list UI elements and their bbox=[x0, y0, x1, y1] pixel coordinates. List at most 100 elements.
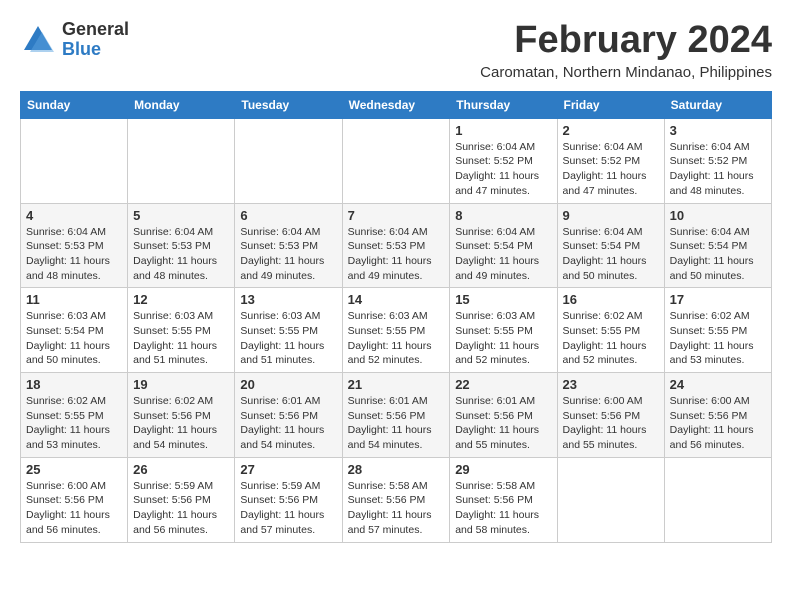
logo: General Blue bbox=[20, 20, 129, 60]
day-number: 5 bbox=[133, 208, 229, 223]
calendar-cell bbox=[342, 118, 450, 203]
calendar-cell: 10Sunrise: 6:04 AM Sunset: 5:54 PM Dayli… bbox=[664, 203, 771, 288]
cell-content: Sunrise: 6:04 AM Sunset: 5:54 PM Dayligh… bbox=[455, 225, 551, 284]
calendar-cell: 7 Sunrise: 6:04 AM Sunset: 5:53 PM Daylig… bbox=[342, 203, 450, 288]
logo-general-text: General bbox=[62, 20, 129, 40]
calendar-cell: 27 Sunrise: 5:59 AM Sunset: 5:56 PM Dayli… bbox=[235, 457, 342, 542]
day-number: 3 bbox=[670, 123, 766, 138]
logo-icon bbox=[20, 22, 56, 58]
calendar-cell bbox=[235, 118, 342, 203]
day-number: 20 bbox=[240, 377, 336, 392]
calendar-cell bbox=[557, 457, 664, 542]
day-number: 9 bbox=[563, 208, 659, 223]
calendar-cell: 23 Sunrise: 6:00 AM Sunset: 5:56 PM Dayli… bbox=[557, 373, 664, 458]
calendar-cell: 17 Sunrise: 6:02 AM Sunset: 5:55 PM Dayli… bbox=[664, 288, 771, 373]
calendar-week-row: 25 Sunrise: 6:00 AM Sunset: 5:56 PM Dayli… bbox=[21, 457, 772, 542]
day-number: 21 bbox=[348, 377, 445, 392]
weekday-header: Sunday bbox=[21, 91, 128, 118]
calendar-cell: 24 Sunrise: 6:00 AM Sunset: 5:56 PM Dayli… bbox=[664, 373, 771, 458]
calendar-cell: 29 Sunrise: 5:58 AM Sunset: 5:56 PM Dayli… bbox=[450, 457, 557, 542]
cell-content: Sunrise: 6:04 AM Sunset: 5:53 PM Dayligh… bbox=[348, 225, 445, 284]
calendar-week-row: 11 Sunrise: 6:03 AM Sunset: 5:54 PM Dayli… bbox=[21, 288, 772, 373]
cell-content: Sunrise: 5:58 AM Sunset: 5:56 PM Dayligh… bbox=[455, 479, 551, 538]
day-number: 19 bbox=[133, 377, 229, 392]
day-number: 23 bbox=[563, 377, 659, 392]
day-number: 8 bbox=[455, 208, 551, 223]
day-number: 22 bbox=[455, 377, 551, 392]
cell-content: Sunrise: 6:04 AM Sunset: 5:52 PM Dayligh… bbox=[455, 140, 551, 199]
day-number: 4 bbox=[26, 208, 122, 223]
calendar-cell: 21 Sunrise: 6:01 AM Sunset: 5:56 PM Dayli… bbox=[342, 373, 450, 458]
calendar-cell: 5 Sunrise: 6:04 AM Sunset: 5:53 PM Daylig… bbox=[128, 203, 235, 288]
logo-blue-text: Blue bbox=[62, 40, 129, 60]
cell-content: Sunrise: 6:04 AM Sunset: 5:53 PM Dayligh… bbox=[26, 225, 122, 284]
weekday-header: Tuesday bbox=[235, 91, 342, 118]
cell-content: Sunrise: 6:03 AM Sunset: 5:55 PM Dayligh… bbox=[348, 309, 445, 368]
cell-content: Sunrise: 6:03 AM Sunset: 5:55 PM Dayligh… bbox=[455, 309, 551, 368]
day-number: 2 bbox=[563, 123, 659, 138]
cell-content: Sunrise: 6:04 AM Sunset: 5:54 PM Dayligh… bbox=[563, 225, 659, 284]
calendar-cell bbox=[21, 118, 128, 203]
day-number: 24 bbox=[670, 377, 766, 392]
day-number: 1 bbox=[455, 123, 551, 138]
cell-content: Sunrise: 6:03 AM Sunset: 5:55 PM Dayligh… bbox=[133, 309, 229, 368]
calendar-cell: 22Sunrise: 6:01 AM Sunset: 5:56 PM Dayli… bbox=[450, 373, 557, 458]
calendar-cell: 12 Sunrise: 6:03 AM Sunset: 5:55 PM Dayli… bbox=[128, 288, 235, 373]
cell-content: Sunrise: 6:02 AM Sunset: 5:55 PM Dayligh… bbox=[670, 309, 766, 368]
cell-content: Sunrise: 5:59 AM Sunset: 5:56 PM Dayligh… bbox=[133, 479, 229, 538]
day-number: 12 bbox=[133, 292, 229, 307]
calendar-cell: 6 Sunrise: 6:04 AM Sunset: 5:53 PM Daylig… bbox=[235, 203, 342, 288]
calendar-cell: 19 Sunrise: 6:02 AM Sunset: 5:56 PM Dayli… bbox=[128, 373, 235, 458]
day-number: 25 bbox=[26, 462, 122, 477]
cell-content: Sunrise: 6:03 AM Sunset: 5:54 PM Dayligh… bbox=[26, 309, 122, 368]
cell-content: Sunrise: 6:01 AM Sunset: 5:56 PM Dayligh… bbox=[348, 394, 445, 453]
cell-content: Sunrise: 6:04 AM Sunset: 5:52 PM Dayligh… bbox=[670, 140, 766, 199]
day-number: 29 bbox=[455, 462, 551, 477]
weekday-header: Saturday bbox=[664, 91, 771, 118]
day-number: 27 bbox=[240, 462, 336, 477]
cell-content: Sunrise: 6:00 AM Sunset: 5:56 PM Dayligh… bbox=[670, 394, 766, 453]
logo-text: General Blue bbox=[62, 20, 129, 60]
calendar-week-row: 1 Sunrise: 6:04 AM Sunset: 5:52 PM Daylig… bbox=[21, 118, 772, 203]
calendar-week-row: 18 Sunrise: 6:02 AM Sunset: 5:55 PM Dayli… bbox=[21, 373, 772, 458]
day-number: 17 bbox=[670, 292, 766, 307]
cell-content: Sunrise: 6:03 AM Sunset: 5:55 PM Dayligh… bbox=[240, 309, 336, 368]
day-number: 11 bbox=[26, 292, 122, 307]
cell-content: Sunrise: 6:00 AM Sunset: 5:56 PM Dayligh… bbox=[563, 394, 659, 453]
day-number: 18 bbox=[26, 377, 122, 392]
day-number: 14 bbox=[348, 292, 445, 307]
calendar-header-row: SundayMondayTuesdayWednesdayThursdayFrid… bbox=[21, 91, 772, 118]
calendar-cell: 11 Sunrise: 6:03 AM Sunset: 5:54 PM Dayli… bbox=[21, 288, 128, 373]
calendar-cell: 3 Sunrise: 6:04 AM Sunset: 5:52 PM Daylig… bbox=[664, 118, 771, 203]
weekday-header: Thursday bbox=[450, 91, 557, 118]
weekday-header: Wednesday bbox=[342, 91, 450, 118]
day-number: 28 bbox=[348, 462, 445, 477]
cell-content: Sunrise: 6:04 AM Sunset: 5:52 PM Dayligh… bbox=[563, 140, 659, 199]
calendar-week-row: 4 Sunrise: 6:04 AM Sunset: 5:53 PM Daylig… bbox=[21, 203, 772, 288]
page-header: General Blue February 2024 Caromatan, No… bbox=[20, 20, 772, 81]
calendar-cell: 28Sunrise: 5:58 AM Sunset: 5:56 PM Dayli… bbox=[342, 457, 450, 542]
day-number: 15 bbox=[455, 292, 551, 307]
calendar-cell: 4 Sunrise: 6:04 AM Sunset: 5:53 PM Daylig… bbox=[21, 203, 128, 288]
cell-content: Sunrise: 6:02 AM Sunset: 5:56 PM Dayligh… bbox=[133, 394, 229, 453]
cell-content: Sunrise: 6:04 AM Sunset: 5:53 PM Dayligh… bbox=[133, 225, 229, 284]
calendar-cell: 25 Sunrise: 6:00 AM Sunset: 5:56 PM Dayli… bbox=[21, 457, 128, 542]
cell-content: Sunrise: 5:59 AM Sunset: 5:56 PM Dayligh… bbox=[240, 479, 336, 538]
calendar-cell: 15 Sunrise: 6:03 AM Sunset: 5:55 PM Dayli… bbox=[450, 288, 557, 373]
calendar-cell bbox=[664, 457, 771, 542]
cell-content: Sunrise: 6:02 AM Sunset: 5:55 PM Dayligh… bbox=[26, 394, 122, 453]
calendar-cell bbox=[128, 118, 235, 203]
calendar-cell: 14 Sunrise: 6:03 AM Sunset: 5:55 PM Dayli… bbox=[342, 288, 450, 373]
cell-content: Sunrise: 6:04 AM Sunset: 5:53 PM Dayligh… bbox=[240, 225, 336, 284]
day-number: 7 bbox=[348, 208, 445, 223]
cell-content: Sunrise: 6:00 AM Sunset: 5:56 PM Dayligh… bbox=[26, 479, 122, 538]
calendar-cell: 13Sunrise: 6:03 AM Sunset: 5:55 PM Dayli… bbox=[235, 288, 342, 373]
calendar-cell: 1 Sunrise: 6:04 AM Sunset: 5:52 PM Daylig… bbox=[450, 118, 557, 203]
day-number: 26 bbox=[133, 462, 229, 477]
day-number: 6 bbox=[240, 208, 336, 223]
calendar-table: SundayMondayTuesdayWednesdayThursdayFrid… bbox=[20, 91, 772, 543]
weekday-header: Friday bbox=[557, 91, 664, 118]
calendar-cell: 20Sunrise: 6:01 AM Sunset: 5:56 PM Dayli… bbox=[235, 373, 342, 458]
cell-content: Sunrise: 6:02 AM Sunset: 5:55 PM Dayligh… bbox=[563, 309, 659, 368]
month-title: February 2024 bbox=[480, 20, 772, 62]
